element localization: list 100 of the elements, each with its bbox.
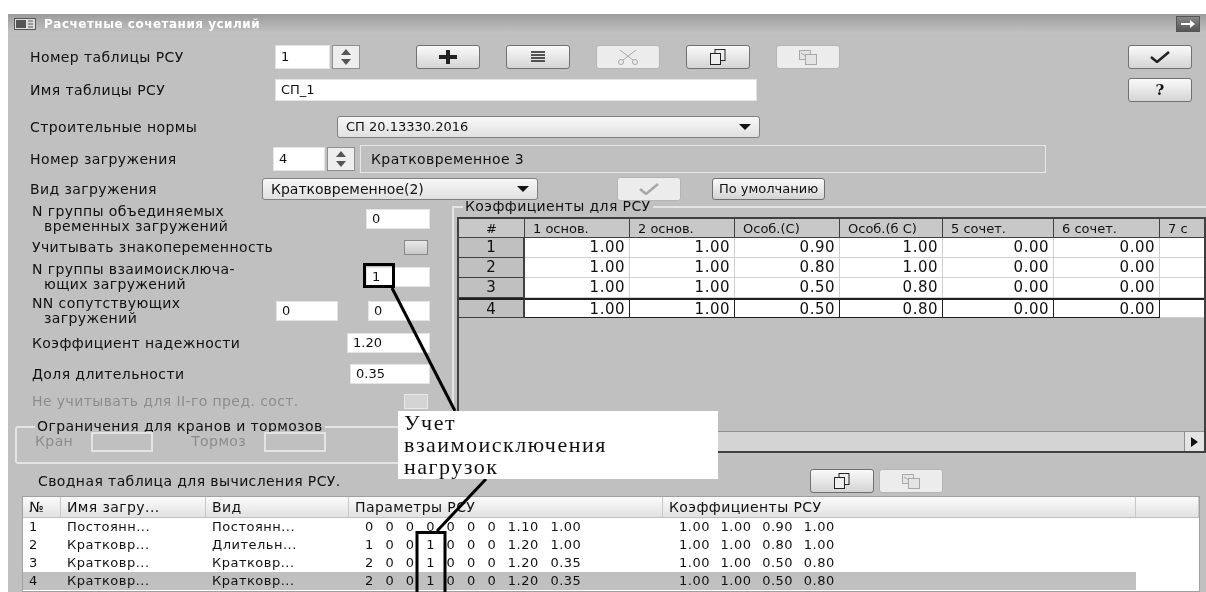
input-field[interactable]: 4 — [273, 147, 325, 171]
input-field[interactable]: 0 — [368, 301, 430, 321]
table-cell[interactable]: 0.00 — [1054, 278, 1160, 298]
table-cell-text: 3 — [28, 554, 39, 572]
down-arrow-icon — [336, 161, 346, 167]
table-cell-text: Длительн... — [211, 536, 298, 554]
table-cell-text: Кратковр... — [66, 536, 151, 554]
dropdown[interactable]: Кратковременное(2) — [262, 178, 538, 200]
horizontal-scrollbar[interactable] — [718, 431, 1204, 451]
table-cell[interactable]: 0.00 — [1054, 238, 1160, 258]
table-cell[interactable]: 0.00 — [943, 278, 1054, 298]
column-header[interactable]: № — [23, 497, 61, 517]
column-header: 1 основ. — [525, 219, 630, 238]
table-cell[interactable]: 1.00 — [525, 298, 630, 318]
table-cell-text: 1.00 1.00 0.90 1.00 — [678, 518, 836, 536]
help-button[interactable]: ? — [1128, 78, 1192, 102]
table-cell-text: 1.00 1.00 0.50 0.80 — [678, 554, 836, 572]
table-cell[interactable]: 1.00 — [840, 258, 943, 278]
column-header: 6 сочет. — [1054, 219, 1160, 238]
input-field[interactable] — [264, 431, 327, 452]
field-label: загружений — [43, 311, 138, 326]
checkbox[interactable] — [404, 239, 428, 255]
field-label: Номер таблицы РСУ — [30, 49, 184, 65]
row-header[interactable]: 4 — [459, 298, 525, 318]
highlight-frame — [363, 263, 395, 288]
table-cell[interactable]: 0.00 — [1054, 258, 1160, 278]
table-cell[interactable]: 1.00 — [630, 258, 735, 278]
input-field[interactable]: 0 — [366, 209, 430, 229]
add-button[interactable] — [416, 45, 480, 69]
highlight-frame — [415, 531, 447, 592]
copy-icon — [709, 49, 727, 65]
field-label: временных загружений — [43, 219, 230, 234]
collapse-button[interactable] — [1176, 16, 1200, 32]
spinner[interactable] — [327, 147, 355, 171]
table-cell[interactable]: 0.00 — [1054, 298, 1160, 318]
copy-button[interactable] — [810, 469, 874, 493]
input-field[interactable]: 0.35 — [350, 364, 430, 384]
copy-button[interactable] — [686, 45, 750, 69]
table-cell[interactable]: 0.50 — [735, 298, 840, 318]
row-header[interactable]: 1 — [459, 238, 525, 258]
field-label: Строительные нормы — [30, 119, 198, 135]
table-cell[interactable]: 0.00 — [943, 298, 1054, 318]
list-row[interactable]: 4 Кратковр... Кратковр... 2 0 0 1 0 0 0 1.20 0.35 1.00 1.00 0.50 0.80 — [23, 572, 1136, 590]
table-cell[interactable]: 1.00 — [840, 238, 943, 258]
input-field[interactable]: 1.20 — [347, 333, 430, 353]
table-cell[interactable] — [1160, 298, 1204, 318]
table-cell[interactable]: 0.00 — [943, 258, 1054, 278]
table-cell[interactable]: 1.00 — [525, 258, 630, 278]
field-label: Вид загружения — [30, 181, 157, 197]
input-field[interactable]: СП_1 — [275, 79, 757, 101]
caret-icon — [517, 186, 529, 192]
column-header[interactable]: Коэффициенты РСУ — [663, 497, 1136, 517]
column-header: 2 основ. — [630, 219, 735, 238]
table-cell-text: 2 — [28, 536, 39, 554]
spinner[interactable] — [332, 45, 360, 69]
table-cell[interactable]: 0.80 — [840, 278, 943, 298]
input-field[interactable]: 1 — [275, 45, 330, 69]
column-header: Особ.(С) — [735, 219, 840, 238]
table-cell-text: Постоянн... — [211, 518, 297, 536]
dropdown[interactable]: СП 20.13330.2016 — [337, 116, 760, 138]
window-title: Расчетные сочетания усилий — [44, 16, 261, 33]
row-header[interactable]: 3 — [459, 278, 525, 298]
input-field[interactable]: 1 — [366, 267, 430, 287]
row-header[interactable]: 2 — [459, 258, 525, 278]
table-cell[interactable]: 0.80 — [840, 298, 943, 318]
down-arrow-icon — [341, 59, 351, 65]
table-cell[interactable]: 1.00 — [525, 238, 630, 258]
field-label: ющих загружений — [43, 277, 187, 292]
list-button[interactable] — [506, 45, 570, 69]
table-cell-text: 2 0 0 1 0 0 0 1.20 0.35 — [364, 572, 583, 590]
table-cell-text: 1 — [28, 518, 39, 536]
column-header[interactable]: Имя загру... — [61, 497, 206, 517]
field-label: N группы объединяемых — [32, 204, 226, 219]
scroll-right-button[interactable] — [1184, 432, 1204, 451]
field-label: NN сопутствующих — [32, 296, 182, 311]
load-name-box: Кратковременное 3 — [360, 145, 1046, 173]
table-cell-text: Кратковр... — [211, 554, 296, 572]
input-field[interactable]: 0 — [276, 301, 338, 321]
right-arrow-icon — [1191, 436, 1198, 447]
table-cell[interactable]: 1.00 — [630, 238, 735, 258]
table-cell-text: 1 0 0 1 0 0 0 1.20 1.00 — [364, 536, 583, 554]
table-cell[interactable]: 0.00 — [943, 238, 1054, 258]
table-cell-text: 4 — [28, 572, 39, 590]
table-cell[interactable]: 0.90 — [735, 238, 840, 258]
table-cell-text: 2 0 0 1 0 0 0 1.20 0.35 — [364, 554, 583, 572]
table-cell-text: Кратковр... — [66, 554, 151, 572]
arrow-icon — [1181, 19, 1195, 29]
apply-button[interactable] — [1128, 45, 1192, 69]
column-header[interactable]: Вид — [206, 497, 349, 517]
plus-icon — [439, 50, 457, 64]
group-title: Коэффициенты для РСУ — [464, 197, 652, 216]
table-cell-text: 0 0 0 0 0 0 0 1.10 1.00 — [364, 518, 583, 536]
table-cell[interactable]: 1.00 — [630, 298, 735, 318]
table-cell[interactable]: 1.00 — [525, 278, 630, 298]
table-cell[interactable]: 0.50 — [735, 278, 840, 298]
table-cell[interactable]: 0.80 — [735, 258, 840, 278]
field-label: Доля длительности — [32, 366, 186, 382]
table-cell-text: 1.00 1.00 0.50 0.80 — [678, 572, 836, 590]
default-button[interactable]: По умолчанию — [712, 178, 826, 200]
table-cell[interactable]: 1.00 — [630, 278, 735, 298]
